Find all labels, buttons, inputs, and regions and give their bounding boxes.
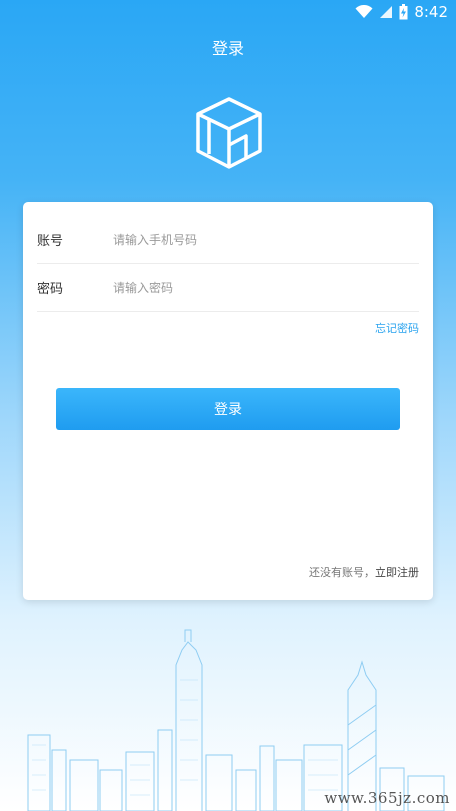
watermark-text: www.365jz.com — [324, 789, 450, 807]
wifi-icon — [355, 5, 373, 19]
register-link[interactable]: 立即注册 — [375, 566, 419, 579]
cube-logo-icon — [194, 96, 264, 170]
forgot-password-link[interactable]: 忘记密码 — [375, 320, 419, 336]
status-time: 8:42 — [414, 3, 448, 21]
signal-icon — [379, 5, 393, 19]
login-card: 账号 密码 忘记密码 登录 还没有账号，立即注册 — [23, 202, 433, 600]
no-account-text: 还没有账号， — [309, 566, 375, 579]
account-row: 账号 — [37, 216, 419, 264]
status-bar: 8:42 — [0, 0, 456, 24]
page-title: 登录 — [211, 39, 244, 58]
password-label: 密码 — [37, 282, 64, 297]
register-prompt: 还没有账号，立即注册 — [309, 564, 419, 580]
battery-charging-icon — [399, 4, 408, 20]
password-input[interactable] — [113, 280, 419, 295]
password-row: 密码 — [37, 264, 419, 312]
login-button[interactable]: 登录 — [56, 388, 400, 430]
city-skyline-illustration — [27, 629, 445, 811]
account-label: 账号 — [37, 234, 64, 249]
account-input[interactable] — [113, 232, 419, 247]
